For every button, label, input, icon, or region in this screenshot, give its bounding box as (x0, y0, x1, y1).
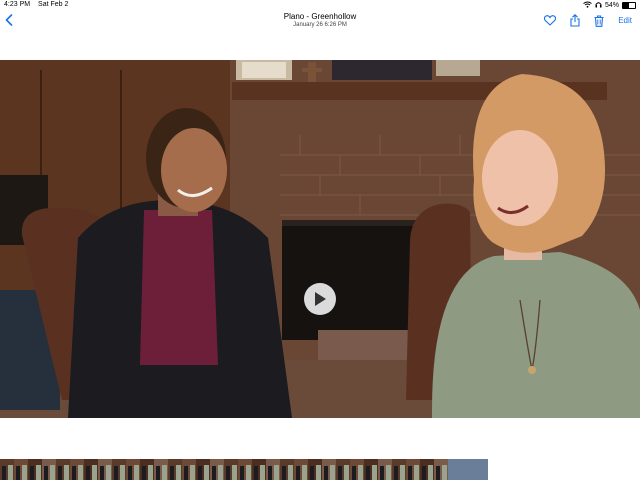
filmstrip-thumbnail[interactable] (154, 459, 168, 480)
filmstrip-thumbnail[interactable] (210, 459, 224, 480)
filmstrip-thumbnail[interactable] (420, 459, 434, 480)
filmstrip-thumbnail[interactable] (406, 459, 420, 480)
filmstrip-thumbnail[interactable] (70, 459, 84, 480)
filmstrip-thumbnails[interactable] (0, 459, 640, 480)
filmstrip-thumbnail[interactable] (266, 459, 280, 480)
video-scene (0, 60, 640, 418)
wifi-icon (583, 1, 592, 10)
filmstrip-thumbnail[interactable] (308, 459, 322, 480)
filmstrip-thumbnail[interactable] (28, 459, 42, 480)
battery-percent: 54% (604, 2, 619, 9)
filmstrip-thumbnail[interactable] (168, 459, 182, 480)
filmstrip-thumbnail[interactable] (140, 459, 154, 480)
filmstrip-thumbnail[interactable] (336, 459, 350, 480)
play-icon (315, 292, 326, 306)
filmstrip-thumbnail[interactable] (42, 459, 56, 480)
filmstrip-thumbnail[interactable] (84, 459, 98, 480)
filmstrip-thumbnail[interactable] (14, 459, 28, 480)
filmstrip-thumbnail[interactable] (392, 459, 406, 480)
filmstrip-current-thumbnail[interactable] (448, 459, 488, 480)
status-bar: 4:23 PM Sat Feb 2 54% (0, 0, 640, 10)
filmstrip-thumbnail[interactable] (350, 459, 364, 480)
filmstrip-thumbnail[interactable] (252, 459, 266, 480)
filmstrip-thumbnail[interactable] (182, 459, 196, 480)
trash-icon (594, 14, 604, 27)
filmstrip-thumbnail[interactable] (434, 459, 448, 480)
filmstrip-thumbnail[interactable] (56, 459, 70, 480)
status-time: 4:23 PM (4, 1, 31, 8)
headphones-icon (595, 1, 602, 10)
status-right: 54% (583, 1, 636, 10)
filmstrip-thumbnail[interactable] (364, 459, 378, 480)
battery-level (623, 3, 630, 8)
video-frame[interactable] (0, 60, 640, 418)
status-left: 4:23 PM Sat Feb 2 (4, 1, 74, 8)
filmstrip-thumbnail[interactable] (98, 459, 112, 480)
filmstrip-thumbnail[interactable] (378, 459, 392, 480)
filmstrip-thumbnail[interactable] (280, 459, 294, 480)
filmstrip-thumbnail[interactable] (0, 459, 14, 480)
share-button[interactable] (570, 14, 580, 27)
filmstrip-thumbnail[interactable] (224, 459, 238, 480)
filmstrip-thumbnail[interactable] (126, 459, 140, 480)
filmstrip-thumbnail[interactable] (322, 459, 336, 480)
nav-actions: Edit (544, 14, 632, 27)
filmstrip-thumbnail[interactable] (238, 459, 252, 480)
edit-button[interactable]: Edit (618, 16, 632, 25)
status-date: Sat Feb 2 (38, 1, 69, 8)
battery-icon (622, 2, 636, 9)
heart-icon (544, 15, 557, 26)
filmstrip[interactable] (0, 459, 640, 480)
filmstrip-thumbnail[interactable] (196, 459, 210, 480)
share-icon (570, 14, 580, 27)
navigation-bar: Plano - Greenhollow January 26 6:26 PM E… (0, 10, 640, 32)
filmstrip-thumbnail[interactable] (112, 459, 126, 480)
delete-button[interactable] (594, 14, 604, 27)
favorite-button[interactable] (544, 15, 557, 26)
play-button[interactable] (304, 283, 336, 315)
filmstrip-thumbnail[interactable] (294, 459, 308, 480)
